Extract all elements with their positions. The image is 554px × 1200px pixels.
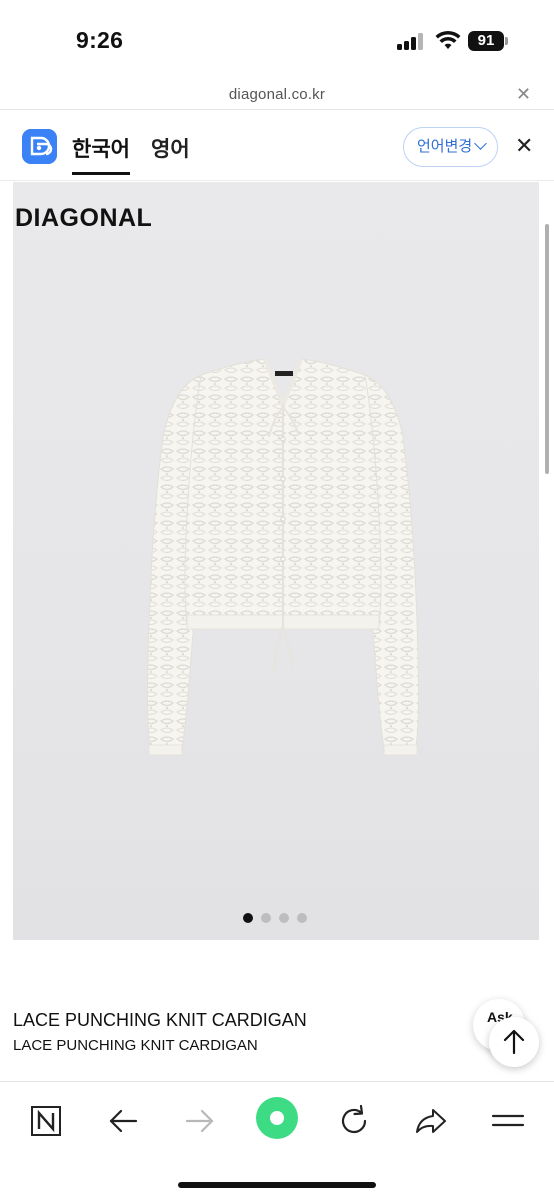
status-time: 9:26 <box>76 27 124 53</box>
menu-icon[interactable] <box>488 1101 528 1141</box>
close-icon[interactable]: ✕ <box>516 84 531 104</box>
status-bar: 9:26 91 <box>0 0 554 80</box>
naver-n-icon[interactable] <box>26 1101 66 1141</box>
url-text[interactable]: diagonal.co.kr <box>0 86 554 103</box>
tab-english[interactable]: 영어 <box>151 133 190 163</box>
green-home-icon[interactable] <box>255 1096 299 1140</box>
tab-korean[interactable]: 한국어 <box>72 133 130 175</box>
scroll-indicator[interactable] <box>545 224 549 474</box>
carousel-dot[interactable] <box>243 913 253 923</box>
cardigan-image <box>146 358 420 756</box>
chevron-down-icon <box>474 137 487 150</box>
close-translation-icon[interactable]: ✕ <box>515 134 533 158</box>
product-subname: LACE PUNCHING KNIT CARDIGAN <box>13 1037 258 1054</box>
brand-logo: DIAGONAL <box>15 204 153 232</box>
cellular-signal-icon <box>397 33 425 50</box>
wifi-icon <box>435 30 461 49</box>
product-name: LACE PUNCHING KNIT CARDIGAN <box>13 1010 307 1030</box>
carousel-dots <box>243 910 315 923</box>
forward-arrow-icon[interactable] <box>180 1101 220 1141</box>
battery-tip <box>505 37 508 45</box>
home-indicator <box>178 1182 376 1188</box>
battery-icon: 91 <box>468 31 504 51</box>
change-language-label: 언어변경 <box>417 138 473 155</box>
arrow-up-icon[interactable] <box>489 1017 539 1067</box>
change-language-button[interactable]: 언어변경 <box>403 127 498 167</box>
translate-app-icon <box>22 129 57 164</box>
carousel-dot[interactable] <box>261 913 271 923</box>
product-image-carousel[interactable]: DIAGONAL <box>13 182 539 940</box>
refresh-icon[interactable] <box>334 1101 374 1141</box>
carousel-dot[interactable] <box>279 913 289 923</box>
carousel-dot[interactable] <box>297 913 307 923</box>
back-arrow-icon[interactable] <box>103 1101 143 1141</box>
url-bar[interactable]: diagonal.co.kr ✕ <box>0 80 554 110</box>
translation-bar: 한국어 영어 언어변경 ✕ <box>0 111 554 181</box>
share-icon[interactable] <box>411 1101 451 1141</box>
